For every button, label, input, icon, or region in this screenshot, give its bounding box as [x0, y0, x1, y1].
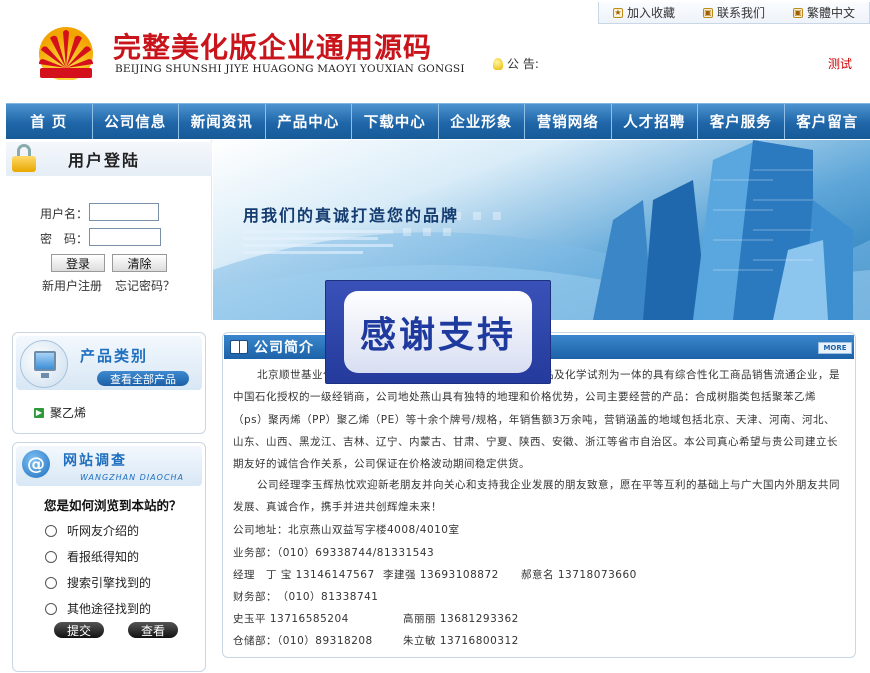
add-favorite-label: 加入收藏 [626, 6, 675, 20]
site-title-english: BEIJING SHUNSHI JIYE HUAGONG MAOYI YOUXI… [115, 63, 465, 75]
nav-corporate-image[interactable]: 企业形象 [439, 104, 525, 139]
nav-products[interactable]: 产品中心 [266, 104, 352, 139]
company-address: 公司地址：北京燕山双益写字楼4008/4010室 [233, 524, 460, 536]
survey-title: 网站调查 [63, 453, 127, 469]
contact-line: 李建强 13693108872 [383, 569, 499, 581]
company-intro-paragraph: 公司经理李玉辉热忱欢迎新老朋友并向关心和支持我企业发展的朋友致意，愿在平等互利的… [233, 479, 840, 514]
login-title: 用户登陆 [68, 151, 141, 170]
traditional-chinese-label: 繁體中文 [806, 6, 855, 20]
traditional-chinese-link[interactable]: ▣ 繁體中文 [792, 4, 855, 21]
view-all-products-button[interactable]: 查看全部产品 [97, 371, 189, 386]
survey-option[interactable]: 看报纸得知的 [45, 548, 139, 565]
arrow-right-icon: ▶ [34, 407, 44, 418]
survey-question: 您是如何浏览到本站的？ [44, 498, 182, 513]
radio-button[interactable] [45, 550, 57, 563]
contact-line: 高丽丽 13681293362 [403, 613, 519, 625]
forgot-password-link[interactable]: 忘记密码？ [115, 277, 175, 294]
username-input[interactable] [89, 203, 159, 221]
username-label: 用户名： [40, 207, 89, 221]
survey-option-label: 听网友介绍的 [67, 524, 140, 538]
warehouse-dept-phone: 仓储部：（010）89318208 [233, 635, 373, 647]
nav-guestbook[interactable]: 客户留言 [785, 104, 870, 139]
survey-option-label: 看报纸得知的 [67, 550, 140, 564]
survey-view-button[interactable]: 查看 [128, 622, 178, 638]
notice-area: 公 告: [493, 55, 539, 72]
notice-bulb-icon [493, 57, 503, 70]
radio-button[interactable] [45, 576, 57, 589]
radio-button[interactable] [45, 602, 57, 615]
password-input[interactable] [89, 228, 161, 246]
book-icon [230, 340, 248, 354]
survey-option[interactable]: 听网友介绍的 [45, 522, 139, 539]
survey-submit-button[interactable]: 提交 [54, 622, 104, 638]
thanks-overlay: 感谢支持 [325, 280, 551, 384]
company-intro-title: 公司简介 [254, 340, 314, 356]
nav-company-info[interactable]: 公司信息 [93, 104, 179, 139]
monitor-icon [20, 340, 68, 388]
radio-button[interactable] [45, 524, 57, 537]
thanks-text: 感谢支持 [344, 291, 532, 373]
contact-line: 经理 丁 宝 13146147567 [233, 569, 375, 581]
login-header: 用户登陆 [6, 142, 212, 176]
finance-dept-phone: 财务部： （010）81338741 [233, 591, 379, 603]
banner-fineprint [243, 230, 393, 254]
survey-option[interactable]: 搜索引擎找到的 [45, 574, 151, 591]
at-sign-icon: @ [22, 450, 50, 478]
category-item-label: 聚乙烯 [50, 406, 87, 420]
notice-label: 公 告: [507, 57, 539, 71]
add-favorite-link[interactable]: ★ 加入收藏 [612, 4, 675, 21]
survey-option-label: 其他途径找到的 [67, 602, 152, 616]
lock-icon [12, 144, 38, 174]
contact-line: 朱立敏 13716800312 [403, 635, 519, 647]
password-label: 密 码： [40, 232, 89, 246]
main-nav: 首 页 公司信息 新闻资讯 产品中心 下载中心 企业形象 营销网络 人才招聘 客… [6, 103, 870, 139]
nav-recruitment[interactable]: 人才招聘 [612, 104, 698, 139]
nav-news[interactable]: 新闻资讯 [179, 104, 266, 139]
nav-marketing-network[interactable]: 营销网络 [525, 104, 612, 139]
category-item[interactable]: ▶ 聚乙烯 [34, 404, 86, 421]
category-title: 产品类别 [80, 347, 149, 365]
contact-line: 史玉平 13716585204 [233, 613, 349, 625]
banner-slogan: 用我们的真诚打造您的品牌 [243, 206, 460, 225]
register-link[interactable]: 新用户注册 [42, 277, 102, 294]
survey-subtitle: WANGZHAN DIAOCHA [80, 473, 185, 482]
clear-button[interactable]: 清除 [112, 254, 167, 272]
contact-us-label: 联系我们 [716, 6, 765, 20]
site-title: 完整美化版企业通用源码 [113, 31, 433, 64]
contact-icon: ▣ [702, 7, 713, 18]
nav-customer-service[interactable]: 客户服务 [698, 104, 785, 139]
top-links-bar: ★ 加入收藏 ▣ 联系我们 ▣ 繁體中文 [598, 2, 870, 24]
survey-option[interactable]: 其他途径找到的 [45, 600, 151, 617]
contact-us-link[interactable]: ▣ 联系我们 [702, 4, 765, 21]
nav-home[interactable]: 首 页 [6, 104, 93, 139]
bookmark-icon: ★ [612, 7, 623, 18]
company-logo [39, 27, 93, 80]
nav-downloads[interactable]: 下载中心 [352, 104, 439, 139]
business-dept-phone: 业务部：（010）69338744/81331543 [233, 547, 435, 559]
survey-option-label: 搜索引擎找到的 [67, 576, 152, 590]
contact-line: 郝意名 13718073660 [521, 569, 637, 581]
more-button[interactable]: MORE [818, 342, 852, 354]
login-button[interactable]: 登录 [51, 254, 105, 272]
language-icon: ▣ [792, 7, 803, 18]
notice-link[interactable]: 测试 [828, 55, 852, 72]
